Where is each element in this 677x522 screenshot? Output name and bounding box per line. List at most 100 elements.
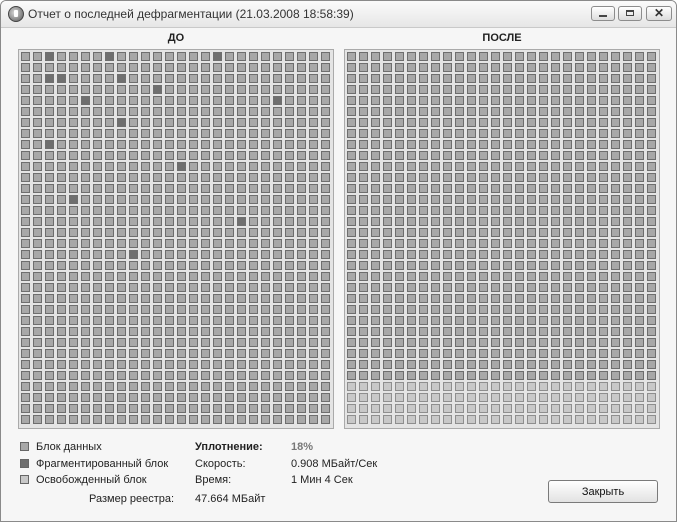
data-block (503, 173, 512, 182)
data-block (503, 283, 512, 292)
data-block (551, 151, 560, 160)
data-block (249, 118, 258, 127)
freed-block (611, 382, 620, 391)
maximize-button[interactable] (618, 6, 642, 21)
data-block (611, 63, 620, 72)
data-block (177, 107, 186, 116)
data-block (57, 305, 66, 314)
data-block (623, 173, 632, 182)
data-block (93, 327, 102, 336)
data-block (503, 371, 512, 380)
data-block (383, 140, 392, 149)
data-block (321, 107, 330, 116)
data-block (153, 162, 162, 171)
data-block (371, 107, 380, 116)
data-block (201, 74, 210, 83)
data-block (177, 360, 186, 369)
data-block (81, 217, 90, 226)
data-block (309, 151, 318, 160)
data-block (611, 85, 620, 94)
data-block (419, 250, 428, 259)
data-block (491, 305, 500, 314)
freed-block (587, 404, 596, 413)
title-bar[interactable]: Отчет о последней дефрагментации (21.03.… (1, 1, 676, 28)
freed-block (407, 382, 416, 391)
data-block (45, 360, 54, 369)
data-block (321, 96, 330, 105)
data-block (599, 129, 608, 138)
data-block (273, 382, 282, 391)
data-block (491, 85, 500, 94)
data-block (455, 261, 464, 270)
data-block (153, 393, 162, 402)
data-block (273, 327, 282, 336)
data-block (117, 162, 126, 171)
data-block (201, 129, 210, 138)
data-block (443, 283, 452, 292)
data-block (177, 129, 186, 138)
data-block (515, 316, 524, 325)
data-block (57, 173, 66, 182)
data-block (153, 294, 162, 303)
data-block (623, 360, 632, 369)
data-block (467, 52, 476, 61)
data-block (213, 294, 222, 303)
data-block (419, 151, 428, 160)
data-block (105, 151, 114, 160)
data-block (57, 85, 66, 94)
data-block (153, 151, 162, 160)
data-block (431, 349, 440, 358)
data-block (249, 250, 258, 259)
data-block (467, 272, 476, 281)
data-block (419, 371, 428, 380)
data-block (57, 96, 66, 105)
data-block (45, 96, 54, 105)
data-block (201, 338, 210, 347)
fragmented-block (129, 250, 138, 259)
data-block (611, 118, 620, 127)
data-block (321, 206, 330, 215)
data-block (347, 327, 356, 336)
data-block (237, 239, 246, 248)
data-block (189, 239, 198, 248)
data-block (141, 283, 150, 292)
data-block (141, 360, 150, 369)
data-block (261, 415, 270, 424)
data-block (261, 261, 270, 270)
data-block (527, 349, 536, 358)
freed-block (527, 393, 536, 402)
data-block (599, 151, 608, 160)
data-block (599, 239, 608, 248)
data-block (153, 239, 162, 248)
data-block (297, 228, 306, 237)
data-block (309, 250, 318, 259)
freed-block (503, 382, 512, 391)
fragmented-block (45, 52, 54, 61)
window-close-button[interactable]: ✕ (646, 6, 672, 21)
data-block (407, 74, 416, 83)
close-button[interactable]: Закрыть (548, 480, 658, 503)
data-block (407, 195, 416, 204)
data-block (21, 63, 30, 72)
data-block (21, 349, 30, 358)
data-block (93, 118, 102, 127)
data-block (21, 140, 30, 149)
data-block (213, 404, 222, 413)
data-block (225, 85, 234, 94)
data-block (407, 85, 416, 94)
data-block (551, 96, 560, 105)
data-block (45, 327, 54, 336)
data-block (177, 250, 186, 259)
minimize-button[interactable] (591, 6, 615, 21)
data-block (93, 415, 102, 424)
data-block (527, 228, 536, 237)
data-block (213, 250, 222, 259)
data-block (309, 261, 318, 270)
data-block (93, 371, 102, 380)
data-block (21, 151, 30, 160)
data-block (177, 316, 186, 325)
data-block (635, 96, 644, 105)
data-block (455, 228, 464, 237)
data-block (347, 63, 356, 72)
data-block (93, 107, 102, 116)
